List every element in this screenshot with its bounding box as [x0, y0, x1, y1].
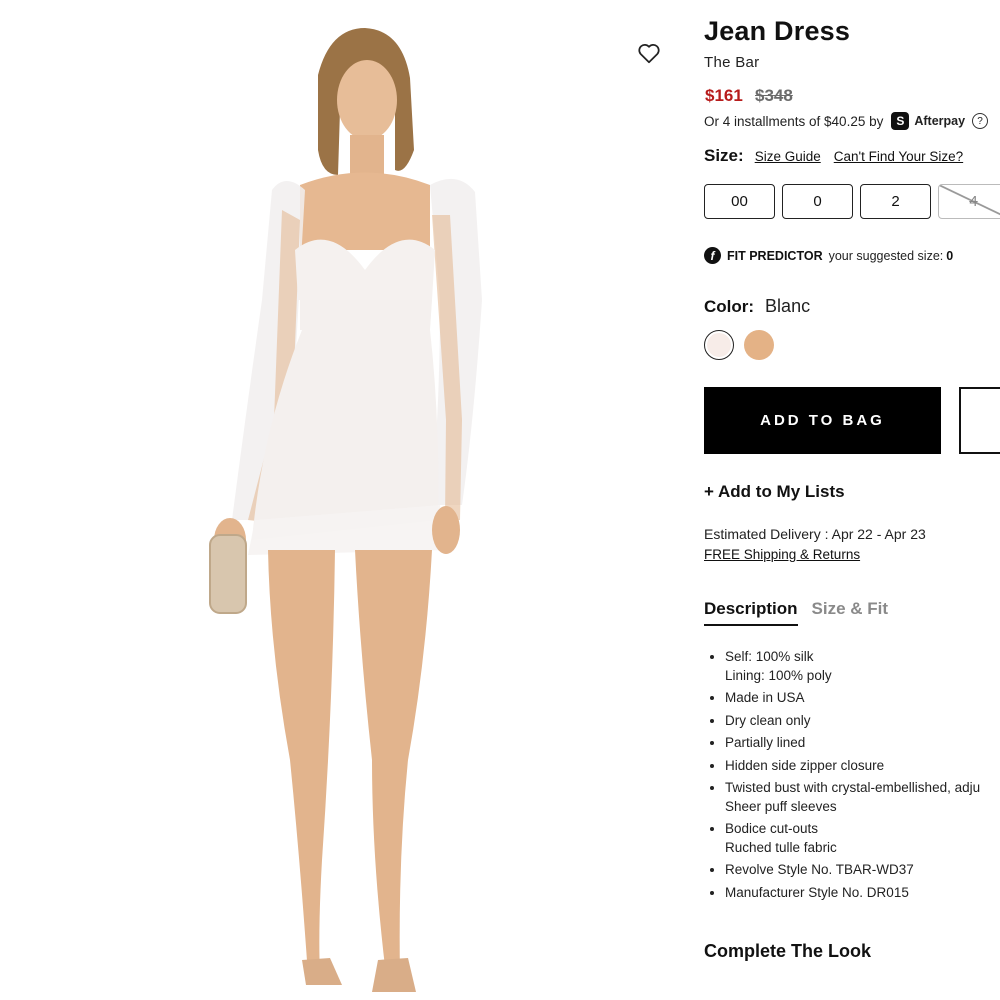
estimated-delivery: Estimated Delivery : Apr 22 - Apr 23: [704, 526, 926, 542]
brand-link[interactable]: The Bar: [704, 54, 759, 71]
list-item: Made in USA: [725, 689, 1000, 708]
cant-find-size-link[interactable]: Can't Find Your Size?: [834, 149, 963, 164]
list-item: Partially lined: [725, 734, 1000, 753]
color-swatch-blanc[interactable]: [704, 330, 734, 360]
color-swatches: [704, 330, 774, 360]
fit-predictor-text: your suggested size:: [828, 248, 944, 263]
installments-text: Or 4 installments of $40.25 by: [704, 113, 884, 129]
size-selector: 00 0 2 4: [704, 184, 1000, 219]
color-value: Blanc: [765, 296, 811, 316]
size-button-00[interactable]: 00: [704, 184, 775, 219]
help-icon[interactable]: ?: [972, 113, 989, 129]
color-header: Color: Blanc: [704, 296, 810, 317]
model-illustration: [209, 28, 482, 992]
fit-predictor-icon: f: [704, 247, 721, 264]
add-to-lists-link[interactable]: + Add to My Lists: [704, 482, 845, 502]
color-swatch-nude[interactable]: [744, 330, 774, 360]
size-button-2[interactable]: 2: [860, 184, 931, 219]
color-label: Color:: [704, 297, 755, 316]
wishlist-heart-icon[interactable]: [636, 40, 662, 66]
size-button-4[interactable]: 4: [938, 184, 1000, 219]
product-page: Jean Dress The Bar $161 $348 Or 4 instal…: [0, 0, 1000, 1000]
size-button-0[interactable]: 0: [782, 184, 853, 219]
original-price: $348: [755, 86, 793, 105]
free-shipping-link[interactable]: FREE Shipping & Returns: [704, 547, 860, 562]
product-title: Jean Dress: [704, 16, 851, 46]
list-item: Self: 100% silk Lining: 100% poly: [725, 648, 1000, 685]
size-guide-link[interactable]: Size Guide: [755, 149, 821, 164]
list-item: Dry clean only: [725, 712, 1000, 731]
info-tabs: Description Size & Fit: [704, 599, 888, 626]
list-item: Twisted bust with crystal-embellished, a…: [725, 779, 1000, 816]
add-to-bag-button[interactable]: ADD TO BAG: [704, 387, 941, 454]
list-item: Manufacturer Style No. DR015: [725, 884, 1000, 903]
product-details: Jean Dress The Bar $161 $348 Or 4 instal…: [704, 0, 1000, 1000]
size-header: Size: Size Guide Can't Find Your Size?: [704, 146, 976, 166]
description-list: Self: 100% silk Lining: 100% poly Made i…: [704, 648, 1000, 906]
product-image[interactable]: [0, 0, 680, 1000]
afterpay-label: Afterpay: [914, 114, 966, 128]
afterpay-installments: Or 4 installments of $40.25 by S Afterpa…: [704, 112, 989, 130]
tab-size-fit[interactable]: Size & Fit: [812, 599, 889, 626]
list-item: Revolve Style No. TBAR-WD37: [725, 861, 1000, 880]
fit-predictor[interactable]: f FIT PREDICTOR your suggested size: 0: [704, 247, 953, 264]
fit-predictor-title: FIT PREDICTOR: [727, 248, 823, 263]
afterpay-icon: S: [891, 112, 910, 130]
secondary-action-button[interactable]: [959, 387, 1000, 454]
size-label: Size:: [704, 146, 744, 165]
suggested-size: 0: [946, 248, 954, 263]
sale-price: $161: [705, 86, 743, 105]
complete-the-look-heading: Complete The Look: [704, 941, 872, 961]
list-item: Bodice cut-outs Ruched tulle fabric: [725, 820, 1000, 857]
list-item: Hidden side zipper closure: [725, 757, 1000, 776]
tab-description[interactable]: Description: [704, 599, 798, 626]
